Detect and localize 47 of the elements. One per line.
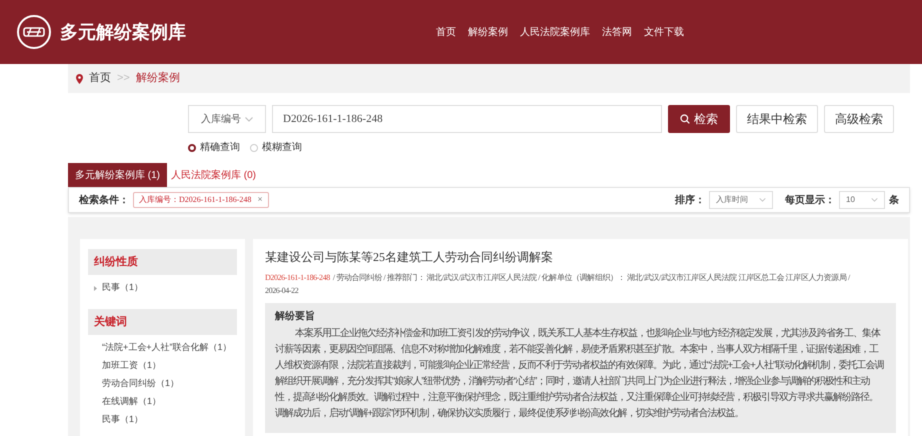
breadcrumb-link[interactable]: 解纷案例 bbox=[136, 70, 180, 87]
chevron-down-icon bbox=[759, 198, 766, 202]
nav-link[interactable]: 解纷案例 bbox=[468, 24, 508, 40]
nav-link[interactable]: 首页 bbox=[436, 24, 456, 40]
search-button[interactable]: 结果中检索 bbox=[736, 105, 818, 133]
facet-heading: 纠纷性质 bbox=[88, 249, 237, 275]
facet-item[interactable]: 加班工资（1） bbox=[102, 359, 162, 373]
nav-link[interactable]: 法答网 bbox=[602, 24, 632, 40]
chevron-down-icon bbox=[245, 116, 253, 122]
caret-right-icon bbox=[94, 286, 97, 290]
tab[interactable]: 多元解纷案例库 (1) bbox=[68, 163, 167, 187]
case-details: / 劳动合同纠纷 / 推荐部门： 湖北/武汉/武汉市江岸区人民法院 / 化解单位（调解组织）： 湖北/武汉/武汉市江岸区人民法院 江岸区总工会 江岸区人力资源局 / bbox=[332, 272, 850, 284]
sort-label: 排序： bbox=[675, 193, 705, 208]
remove-filter-button[interactable]: × bbox=[257, 193, 263, 207]
facet-item[interactable]: 民事（1） bbox=[102, 281, 144, 295]
search-icon bbox=[680, 114, 690, 124]
search-button[interactable]: 高级检索 bbox=[824, 105, 894, 133]
tab[interactable]: 人民法院案例库 (0) bbox=[167, 163, 260, 187]
summary-heading: 解纷要旨 bbox=[275, 310, 316, 324]
breadcrumb-separator: >> bbox=[117, 71, 130, 86]
summary-text: 本案系用工企业拖欠经济补偿金和加班工资引发的劳动争议，既关系工人基本生存权益，也影响企业与地方经济稳定发展，尤其涉及跨省务工、集体讨薪等因素，更易因空间阻隔、信息不对称增加化解难度，若不能妥善化解，易使矛盾累积甚至扩散。本案中，当事人双方相隔千里，证据传递困难，工人维权资源有限，法院若直接裁判，可能影响企业正常经营，反而不利于劳动者权益的有效保障。为此，通过“法院+工会+人社”联动化解机制，委托工会调解组织开展调解，充分发挥其“娘家人”纽带优势，消解劳动者“心结”；同时，邀请人社部门共同上门为企业进行释法，增强企业参与调解的积极性和主动性，提高纠纷化解质效。调解过程中，注意平衡保护理念，既注重维护劳动者合法权益，又注重保障企业可持续经营，积极引导双方寻求共赢解纷路径。调解成功后，启动“调解+跟踪”闭环机制，确保协议实质履行，最终促使系列纠纷高效化解，切实维护劳动者合法权益。 bbox=[275, 326, 885, 421]
site-title: 多元解纷案例库 bbox=[60, 20, 186, 44]
breadcrumb-link[interactable]: 首页 bbox=[89, 70, 111, 87]
search-mode-radio[interactable]: 模糊查询 bbox=[250, 140, 302, 155]
chevron-down-icon bbox=[871, 198, 878, 202]
search-button[interactable]: 检索 bbox=[668, 105, 730, 133]
location-pin-icon bbox=[76, 74, 83, 84]
filter-tag: 入库编号：D2026-161-1-186-248 bbox=[139, 194, 252, 206]
search-field[interactable]: D2026-161-1-186-248 bbox=[272, 105, 662, 133]
page-size-select[interactable]: 10 bbox=[839, 191, 885, 209]
facet-item[interactable]: “法院+工会+人社”联合化解（1） bbox=[102, 341, 232, 355]
nav-link[interactable]: 文件下载 bbox=[644, 24, 684, 40]
logo-icon bbox=[16, 14, 52, 50]
sort-select[interactable]: 入库时间 bbox=[709, 191, 773, 209]
nav-link[interactable]: 人民法院案例库 bbox=[520, 24, 590, 40]
facet-heading: 关键词 bbox=[88, 309, 237, 335]
case-date: 2026-04-22 bbox=[265, 285, 300, 297]
facet-item[interactable]: 劳动合同纠纷（1） bbox=[102, 377, 180, 391]
page-size-unit: 条 bbox=[889, 194, 899, 208]
page-size-label: 每页显示： bbox=[785, 194, 835, 208]
search-mode-radio[interactable]: 精确查询 bbox=[188, 140, 240, 155]
filter-label: 检索条件： bbox=[79, 194, 129, 208]
facet-item[interactable]: 民事（1） bbox=[102, 413, 144, 427]
facet-item[interactable]: 在线调解（1） bbox=[102, 395, 162, 409]
case-number[interactable]: D2026-161-1-186-248 bbox=[265, 271, 330, 284]
field-select[interactable]: 入库编号 bbox=[188, 105, 266, 133]
case-title[interactable]: 某建设公司与陈某等25名建筑工人劳动合同纠纷调解案 bbox=[265, 248, 896, 266]
